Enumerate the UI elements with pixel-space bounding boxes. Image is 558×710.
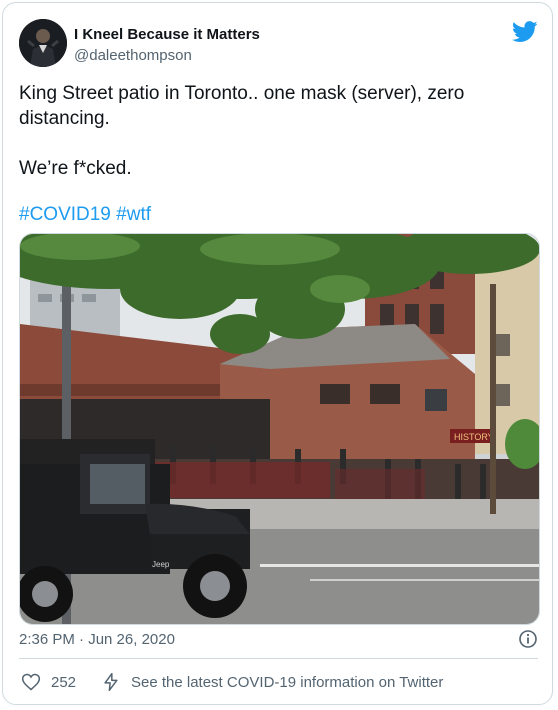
tweet-actions: 252 See the latest COVID-19 information …	[19, 669, 538, 697]
twitter-bird-icon[interactable]	[512, 21, 538, 43]
jeep-badge: Jeep	[152, 560, 170, 569]
heart-icon[interactable]	[21, 672, 41, 692]
tweet-photo[interactable]: HISTORY Jeep	[19, 233, 540, 625]
author-handle[interactable]: @daleethompson	[74, 47, 192, 64]
tweet-meta: 2:36 PM · Jun 26, 2020	[19, 629, 538, 651]
tweet-text-line2: We’re f*cked.	[19, 158, 132, 179]
hashtag-wtf[interactable]: #wtf	[116, 204, 151, 225]
avatar-image	[19, 19, 67, 67]
divider	[19, 658, 538, 659]
like-count[interactable]: 252	[51, 674, 76, 691]
tweet-text-line1: King Street patio in Toronto.. one mask …	[19, 83, 465, 129]
tweet-timestamp[interactable]: 2:36 PM · Jun 26, 2020	[19, 631, 175, 648]
svg-text:HISTORY: HISTORY	[454, 432, 494, 442]
avatar[interactable]	[19, 19, 67, 67]
hashtags: #COVID19 #wtf	[19, 202, 151, 227]
tweet-text: King Street patio in Toronto.. one mask …	[19, 81, 534, 181]
tweet-card: I Kneel Because it Matters @daleethompso…	[2, 2, 553, 705]
author-name[interactable]: I Kneel Because it Matters	[74, 26, 260, 43]
street-patio-photo: HISTORY Jeep	[20, 234, 539, 624]
info-icon[interactable]	[518, 629, 538, 649]
lightning-bolt-icon	[104, 672, 118, 692]
covid-info-link[interactable]: See the latest COVID-19 information on T…	[131, 674, 443, 691]
hashtag-covid19[interactable]: #COVID19	[19, 204, 111, 225]
